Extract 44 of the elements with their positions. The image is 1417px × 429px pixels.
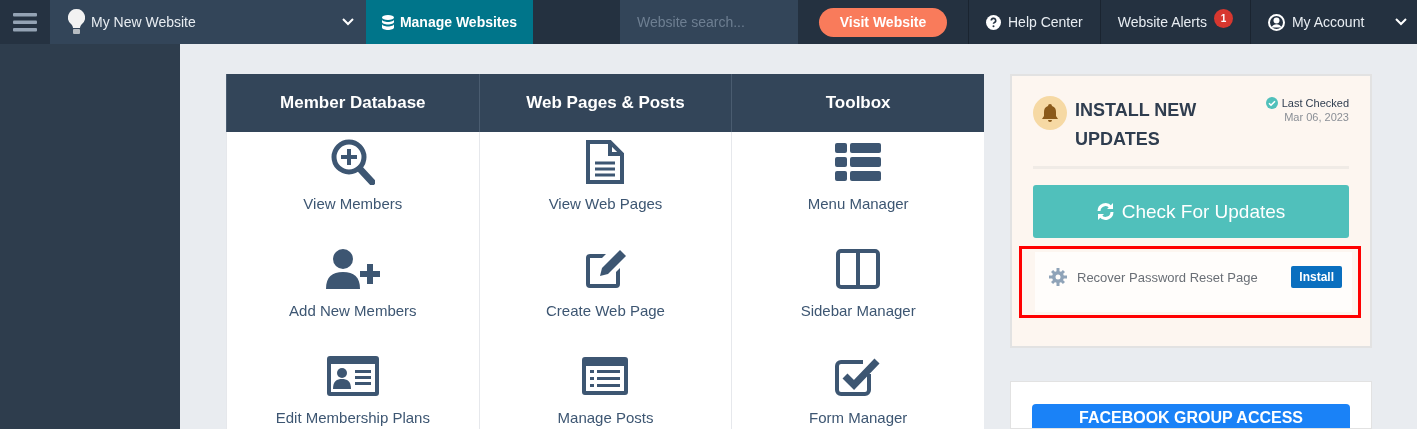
list-window-icon: [582, 357, 629, 395]
alert-count-badge: 1: [1213, 8, 1233, 28]
tool-link[interactable]: Edit Membership Plans: [275, 409, 430, 426]
document-icon: [585, 139, 626, 185]
zoom-in-icon: [330, 139, 375, 185]
facebook-group-button[interactable]: FACEBOOK GROUP ACCESS: [1032, 404, 1350, 428]
help-icon: [986, 14, 1001, 30]
refresh-icon: [1096, 203, 1114, 220]
database-icon: [381, 14, 394, 30]
tool-link[interactable]: Menu Manager: [807, 195, 909, 212]
chevron-down-icon: [342, 18, 354, 26]
tool-link[interactable]: Form Manager: [808, 409, 908, 426]
gear-icon: [1049, 268, 1067, 286]
tool-link[interactable]: Add New Members: [289, 302, 417, 319]
column-heading: Toolbox: [731, 74, 984, 132]
add-user-icon: [325, 249, 380, 289]
tool-link[interactable]: View Members: [303, 195, 403, 212]
search-field[interactable]: Website search...: [620, 0, 798, 44]
column-heading: Member Database: [226, 74, 479, 132]
last-checked-label: Last Checked: [1281, 96, 1349, 110]
check-circle-icon: [1265, 97, 1278, 109]
list-icon: [835, 143, 882, 181]
lightbulb-icon: [68, 9, 85, 35]
manage-websites-button[interactable]: Manage Websites: [366, 0, 533, 44]
install-button[interactable]: Install: [1291, 266, 1342, 288]
user-icon: [1267, 13, 1285, 31]
help-center-link[interactable]: Help Center: [968, 0, 1100, 44]
tool-link[interactable]: Create Web Page: [546, 302, 665, 319]
tool-link[interactable]: Sidebar Manager: [800, 302, 916, 319]
chevron-down-icon: [1395, 18, 1407, 26]
tool-link[interactable]: Manage Posts: [557, 409, 654, 426]
last-checked-date: Mar 06, 2023: [1284, 110, 1349, 124]
menu-icon[interactable]: [13, 12, 37, 32]
bell-icon: [1042, 104, 1058, 122]
id-card-icon: [326, 356, 379, 396]
update-name: Recover Password Reset Page: [1077, 269, 1259, 285]
checkbox-icon: [835, 356, 882, 396]
column-heading: Web Pages & Posts: [478, 74, 732, 132]
tool-link[interactable]: View Web Pages: [548, 195, 663, 212]
website-alerts-link[interactable]: Website Alerts 1: [1099, 0, 1250, 44]
columns-icon: [836, 249, 881, 289]
panel-title: INSTALL NEW UPDATES: [1075, 99, 1198, 151]
site-selector[interactable]: My New Website: [50, 0, 366, 44]
account-menu[interactable]: My Account: [1249, 0, 1417, 44]
